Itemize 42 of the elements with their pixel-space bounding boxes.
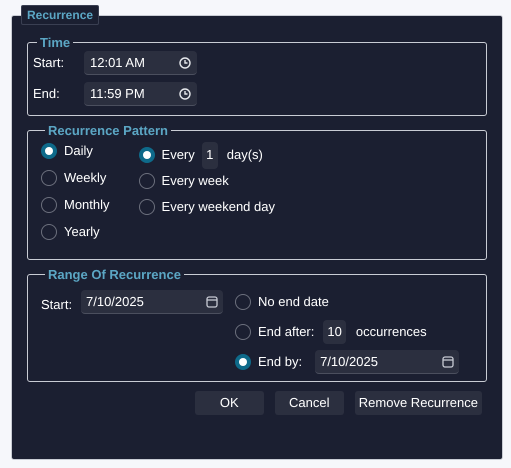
dialog-title: Recurrence [21,5,100,25]
date-field[interactable]: 7/10/2025 [81,290,223,314]
calendar-icon [442,356,454,368]
radio-button[interactable] [41,170,57,186]
dialog-button[interactable]: Remove Recurrence [354,391,482,415]
radio-label: End by: [258,353,302,372]
section-title: Time [39,36,72,49]
date-field[interactable]: 7/10/2025 [315,350,460,374]
radio-label: Monthly [64,196,110,214]
radio-button[interactable] [41,143,57,159]
dialog-button[interactable]: OK [194,391,264,415]
time-field[interactable]: 12:01 AM [84,51,197,75]
section-title: Range Of Recurrence [47,268,182,281]
time-field[interactable]: 11:59 PM [84,82,197,106]
radio-button[interactable] [138,173,155,189]
radio-button[interactable] [138,199,155,215]
radio-label: Daily [64,142,93,160]
radio-label: No end date [258,293,329,312]
unit-label: occurrences [356,323,427,342]
clock-icon [179,56,191,68]
unit-label: day(s) [226,146,263,164]
field-label: End: [33,85,61,104]
calendar-icon [206,296,218,308]
radio-button[interactable] [235,354,251,370]
radio-button[interactable] [235,324,251,340]
radio-label: Every weekend day [162,198,275,216]
field-label: Start: [33,54,66,72]
radio-button[interactable] [138,147,155,163]
clock-icon [179,88,191,100]
dialog-button[interactable]: Cancel [274,391,344,415]
radio-label: Every week [162,172,229,190]
section-title: Recurrence Pattern [47,124,169,137]
field-label: Start: [41,296,74,314]
radio-button[interactable] [41,224,57,240]
radio-label: End after: [258,323,314,342]
radio-label: Yearly [64,223,100,242]
radio-label: Every [162,146,195,164]
occurrence-count-field[interactable]: 10 [323,320,346,344]
radio-label: Weekly [64,169,106,188]
radio-button[interactable] [41,197,57,213]
day-count-field[interactable]: 1 [202,142,218,168]
radio-button[interactable] [235,294,251,310]
